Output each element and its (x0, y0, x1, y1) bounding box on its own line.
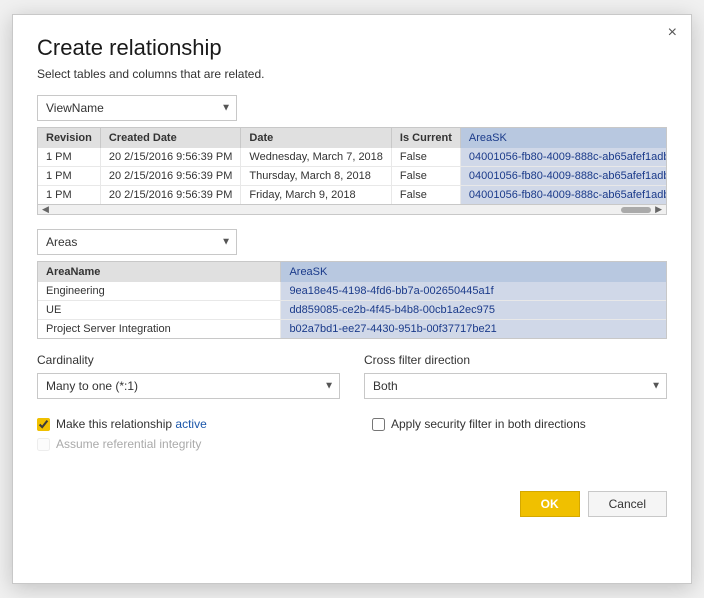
table2-row-3[interactable]: Project Server Integration b02a7bd1-ee27… (38, 320, 666, 339)
checkbox-col-right: Apply security filter in both directions (372, 417, 667, 457)
table1-row1-date: Wednesday, March 7, 2018 (241, 148, 392, 167)
security-checkbox[interactable] (372, 418, 385, 431)
table2-row3-areaname: Project Server Integration (38, 320, 281, 339)
table2-row1-areaname: Engineering (38, 282, 281, 301)
table1-dropdown[interactable]: ViewName (37, 95, 237, 121)
table1-row-2[interactable]: 1 PM 20 2/15/2016 9:56:39 PM Thursday, M… (38, 167, 666, 186)
table2-row2-areask: dd859085-ce2b-4f45-b4b8-00cb1a2ec975 (281, 301, 666, 320)
table1-row3-date: Friday, March 9, 2018 (241, 186, 392, 205)
dialog-subtitle: Select tables and columns that are relat… (37, 67, 667, 81)
table1-col-is-current: Is Current (391, 128, 460, 148)
table1-row2-created-date: 20 2/15/2016 9:56:39 PM (100, 167, 241, 186)
table2-row-1[interactable]: Engineering 9ea18e45-4198-4fd6-bb7a-0026… (38, 282, 666, 301)
table1-dropdown-wrapper: ViewName ▼ (37, 95, 237, 121)
table1-scroll[interactable]: Revision Created Date Date Is Current Ar… (38, 128, 666, 204)
table1-row3-created-date: 20 2/15/2016 9:56:39 PM (100, 186, 241, 205)
table1-row2-areask: 04001056-fb80-4009-888c-ab65afef1adb (460, 167, 666, 186)
table1-col-areask: AreaSK (460, 128, 666, 148)
table2-scroll[interactable]: AreaName AreaSK Engineering 9ea18e45-419… (38, 262, 666, 338)
table1-row1-created-date: 20 2/15/2016 9:56:39 PM (100, 148, 241, 167)
close-button[interactable]: × (668, 25, 677, 41)
table1-row1-is-current: False (391, 148, 460, 167)
cross-filter-section: Cross filter direction BothSingle ▼ (364, 353, 667, 405)
table1-row3-is-current: False (391, 186, 460, 205)
table1-row2-revision: 1 PM (38, 167, 100, 186)
scroll-right-icon[interactable]: ▶ (655, 204, 662, 215)
integrity-checkbox-label: Assume referential integrity (56, 437, 201, 451)
table2-col-areaname: AreaName (38, 262, 281, 282)
table2: AreaName AreaSK Engineering 9ea18e45-419… (38, 262, 666, 338)
table1-row2-date: Thursday, March 8, 2018 (241, 167, 392, 186)
create-relationship-dialog: × Create relationship Select tables and … (12, 14, 692, 584)
scroll-thumb (621, 207, 651, 213)
table1-col-created-date: Created Date (100, 128, 241, 148)
table1-row1-areask: 04001056-fb80-4009-888c-ab65afef1adb (460, 148, 666, 167)
settings-row: Cardinality Many to one (*:1)One to many… (37, 353, 667, 405)
dialog-title: Create relationship (37, 35, 667, 61)
active-checkbox[interactable] (37, 418, 50, 431)
table2-row2-areaname: UE (38, 301, 281, 320)
table2-dropdown[interactable]: Areas (37, 229, 237, 255)
table1-row2-is-current: False (391, 167, 460, 186)
ok-button[interactable]: OK (520, 491, 580, 517)
table2-row1-areask: 9ea18e45-4198-4fd6-bb7a-002650445a1f (281, 282, 666, 301)
cardinality-dropdown-wrapper: Many to one (*:1)One to many (1:*)One to… (37, 373, 340, 399)
table1-col-revision: Revision (38, 128, 100, 148)
integrity-checkbox-row: Assume referential integrity (37, 437, 332, 451)
dialog-footer: OK Cancel (37, 481, 667, 517)
checkbox-section: Make this relationship active Assume ref… (37, 417, 667, 457)
active-checkbox-label: Make this relationship active (56, 417, 207, 431)
table2-row-2[interactable]: UE dd859085-ce2b-4f45-b4b8-00cb1a2ec975 (38, 301, 666, 320)
cancel-button[interactable]: Cancel (588, 491, 667, 517)
cross-filter-dropdown-wrapper: BothSingle ▼ (364, 373, 667, 399)
table2-dropdown-wrapper: Areas ▼ (37, 229, 237, 255)
cardinality-dropdown[interactable]: Many to one (*:1)One to many (1:*)One to… (37, 373, 340, 399)
cardinality-section: Cardinality Many to one (*:1)One to many… (37, 353, 340, 405)
table2-row3-areask: b02a7bd1-ee27-4430-951b-00f37717be21 (281, 320, 666, 339)
table2-col-areask: AreaSK (281, 262, 666, 282)
table1-container: Revision Created Date Date Is Current Ar… (37, 127, 667, 215)
cardinality-label: Cardinality (37, 353, 340, 367)
checkbox-col-left: Make this relationship active Assume ref… (37, 417, 332, 457)
security-checkbox-row: Apply security filter in both directions (372, 417, 667, 431)
table1-row1-revision: 1 PM (38, 148, 100, 167)
table1-row-3[interactable]: 1 PM 20 2/15/2016 9:56:39 PM Friday, Mar… (38, 186, 666, 205)
table1: Revision Created Date Date Is Current Ar… (38, 128, 666, 204)
cross-filter-dropdown[interactable]: BothSingle (364, 373, 667, 399)
table2-container: AreaName AreaSK Engineering 9ea18e45-419… (37, 261, 667, 339)
security-checkbox-label: Apply security filter in both directions (391, 417, 586, 431)
scroll-left-icon[interactable]: ◀ (42, 204, 49, 215)
table1-col-date: Date (241, 128, 392, 148)
table1-row3-areask: 04001056-fb80-4009-888c-ab65afef1adb (460, 186, 666, 205)
active-checkbox-row: Make this relationship active (37, 417, 332, 431)
integrity-checkbox (37, 438, 50, 451)
table1-row-1[interactable]: 1 PM 20 2/15/2016 9:56:39 PM Wednesday, … (38, 148, 666, 167)
table1-row3-revision: 1 PM (38, 186, 100, 205)
table1-scrollbar[interactable]: ◀ ▶ (38, 204, 666, 214)
cross-filter-label: Cross filter direction (364, 353, 667, 367)
